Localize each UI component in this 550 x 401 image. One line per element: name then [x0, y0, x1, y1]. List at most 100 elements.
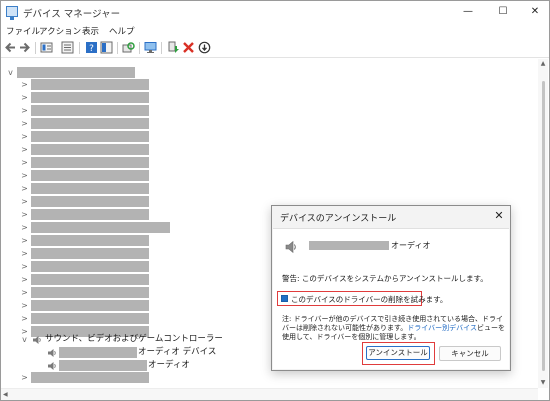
vertical-scroll-thumb[interactable]: [542, 81, 545, 371]
chevron-right-icon[interactable]: >: [20, 261, 29, 272]
menu-action[interactable]: アクション: [39, 25, 81, 37]
scroll-up-icon[interactable]: ▲: [539, 60, 547, 68]
toolbar-separator: [117, 42, 118, 54]
menu-view[interactable]: 表示: [82, 25, 99, 37]
warning-text: 警告: このデバイスをシステムからアンインストールします。: [282, 274, 488, 283]
toolbar: ?: [1, 38, 549, 58]
horizontal-scrollbar[interactable]: ◀: [1, 388, 538, 400]
note-line: 使用して、ドライバーを個別に管理します。: [282, 333, 421, 341]
close-window-button[interactable]: ✕: [520, 3, 550, 21]
vertical-scrollbar[interactable]: ▲ ▼: [538, 59, 548, 388]
chevron-right-icon[interactable]: >: [20, 183, 29, 194]
highlight-box: このデバイスのドライバーの削除を試みます。: [277, 291, 447, 306]
tree-category[interactable]: >: [1, 92, 521, 103]
chevron-right-icon[interactable]: >: [20, 118, 29, 129]
menu-file[interactable]: ファイル: [6, 25, 40, 37]
speaker-icon: [47, 348, 57, 358]
disable-device-icon[interactable]: [198, 41, 211, 54]
chevron-down-icon[interactable]: v: [20, 334, 29, 345]
chevron-right-icon[interactable]: >: [20, 144, 29, 155]
chevron-right-icon[interactable]: >: [20, 131, 29, 142]
tree-category[interactable]: >: [1, 170, 521, 181]
chevron-down-icon[interactable]: v: [6, 67, 15, 78]
maximize-button[interactable]: ☐: [488, 3, 518, 21]
redacted-device-name: [59, 360, 147, 371]
list-view-icon[interactable]: [61, 41, 74, 54]
tree-category[interactable]: >: [1, 144, 521, 155]
forward-arrow-icon[interactable]: [18, 41, 31, 54]
note-text-segment: ビューを: [476, 324, 505, 332]
chevron-right-icon[interactable]: >: [20, 92, 29, 103]
chevron-right-icon[interactable]: >: [20, 157, 29, 168]
cancel-button[interactable]: キャンセル: [439, 346, 501, 361]
redacted-category-name: [31, 235, 149, 246]
chevron-right-icon[interactable]: >: [20, 196, 29, 207]
scroll-left-icon[interactable]: ◀: [3, 391, 8, 398]
toolbar-separator: [79, 42, 80, 54]
menu-help[interactable]: ヘルプ: [109, 25, 135, 37]
note-line: バーは削除されない可能性があります。ドライバー別デバイスビューを: [282, 324, 505, 333]
update-driver-icon[interactable]: [167, 41, 180, 54]
panel-icon[interactable]: [100, 41, 113, 54]
tree-category[interactable]: >: [1, 118, 521, 129]
redacted-category-name: [31, 144, 149, 155]
audio-device-label: オーディオ: [148, 360, 190, 370]
redacted-category-name: [31, 248, 149, 259]
chevron-right-icon[interactable]: >: [20, 287, 29, 298]
uninstall-icon[interactable]: [182, 41, 195, 54]
properties-icon[interactable]: [40, 41, 53, 54]
redacted-category-name: [31, 372, 149, 383]
chevron-right-icon[interactable]: >: [20, 274, 29, 285]
redacted-category-name: [31, 261, 149, 272]
dialog-close-button[interactable]: ✕: [491, 209, 507, 223]
redacted-computer-name: [17, 67, 135, 78]
chevron-right-icon[interactable]: >: [20, 79, 29, 90]
tree-category[interactable]: >: [1, 131, 521, 142]
driver-view-link[interactable]: ドライバー別デバイス: [407, 324, 477, 332]
svg-text:?: ?: [89, 44, 94, 54]
tree-category[interactable]: >: [1, 157, 521, 168]
redacted-category-name: [31, 287, 149, 298]
chevron-right-icon[interactable]: >: [20, 300, 29, 311]
title-bar: デバイス マネージャー — ☐ ✕: [1, 1, 549, 23]
note-text: 注: ドライバーが他のデバイスで引き続き使用されている場合、ドライ バーは削除さ…: [282, 315, 505, 342]
toolbar-separator: [139, 42, 140, 54]
speaker-icon: [32, 335, 42, 345]
window-title: デバイス マネージャー: [23, 9, 121, 20]
speaker-icon: [284, 240, 298, 254]
redacted-category-name: [31, 92, 149, 103]
redacted-category-name: [31, 313, 149, 324]
help-icon[interactable]: ?: [85, 41, 98, 54]
chevron-right-icon[interactable]: >: [20, 248, 29, 259]
chevron-right-icon[interactable]: >: [20, 372, 29, 383]
chevron-right-icon[interactable]: >: [20, 209, 29, 220]
audio-device-label: オーディオ デバイス: [138, 347, 217, 357]
scroll-down-icon[interactable]: ▼: [539, 379, 547, 387]
minimize-button[interactable]: —: [453, 3, 483, 21]
delete-driver-checkbox[interactable]: [281, 295, 288, 302]
device-manager-app-icon: [6, 6, 18, 20]
device-manager-window: デバイス マネージャー — ☐ ✕ ファイル アクション 表示 ヘルプ ? v …: [0, 0, 550, 401]
tree-category[interactable]: >: [1, 183, 521, 194]
scan-hardware-icon[interactable]: [122, 41, 135, 54]
redacted-category-name: [31, 157, 149, 168]
tree-root[interactable]: v: [1, 67, 521, 78]
tree-category[interactable]: >: [1, 79, 521, 90]
redacted-category-name: [31, 209, 149, 220]
note-line: 注: ドライバーが他のデバイスで引き続き使用されている場合、ドライ: [282, 315, 504, 323]
back-arrow-icon[interactable]: [4, 41, 17, 54]
tree-category[interactable]: >: [1, 105, 521, 116]
uninstall-button[interactable]: アンインストール: [366, 346, 430, 360]
chevron-right-icon[interactable]: >: [20, 313, 29, 324]
chevron-right-icon[interactable]: >: [20, 222, 29, 233]
chevron-right-icon[interactable]: >: [20, 105, 29, 116]
chevron-right-icon[interactable]: >: [20, 235, 29, 246]
toolbar-separator: [35, 42, 36, 54]
chevron-right-icon[interactable]: >: [20, 170, 29, 181]
redacted-category-name: [31, 274, 149, 285]
delete-driver-checkbox-label[interactable]: このデバイスのドライバーの削除を試みます。: [291, 294, 447, 305]
tree-category[interactable]: >: [1, 372, 521, 383]
monitor-icon[interactable]: [144, 41, 157, 54]
redacted-category-name: [31, 118, 149, 129]
redacted-category-name: [31, 196, 149, 207]
